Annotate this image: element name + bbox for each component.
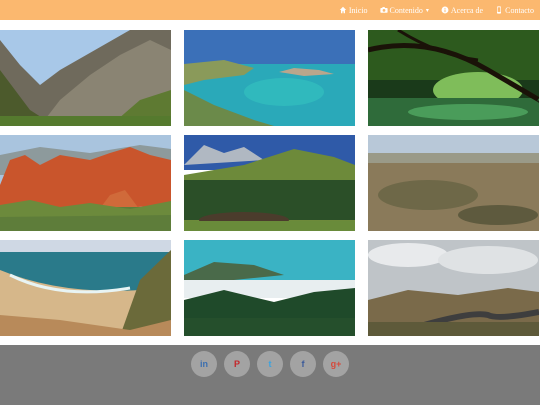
gallery-photo[interactable]: [0, 30, 171, 126]
chevron-down-icon: ▾: [425, 7, 429, 14]
gallery-photo[interactable]: [0, 135, 171, 231]
phone-icon: [497, 6, 502, 14]
nav-label-contenido: Contenido: [389, 5, 423, 15]
top-navbar: Inicio Contenido ▾ Acerca de Contacto: [0, 0, 540, 20]
nav-label-acerca: Acerca de: [450, 5, 484, 15]
nav-item-contacto[interactable]: Contacto: [495, 6, 534, 15]
linkedin-icon[interactable]: in: [191, 351, 217, 377]
google-plus-icon[interactable]: g+: [323, 351, 349, 377]
nav-item-acerca[interactable]: Acerca de: [441, 6, 483, 15]
pinterest-icon[interactable]: P: [224, 351, 250, 377]
nav-item-contenido[interactable]: Contenido ▾: [379, 5, 429, 15]
social-links: in P t f g+: [0, 351, 540, 377]
home-icon: [339, 6, 347, 14]
gallery-photo[interactable]: [368, 240, 539, 336]
camera-icon: [379, 7, 388, 13]
info-icon: [441, 6, 449, 14]
twitter-icon[interactable]: t: [257, 351, 283, 377]
nav-label-contacto: Contacto: [505, 5, 534, 15]
gallery-photo[interactable]: [368, 30, 539, 126]
gallery-photo[interactable]: [184, 240, 355, 336]
main-nav: Inicio Contenido ▾ Acerca de Contacto: [339, 0, 534, 20]
gallery-photo[interactable]: [0, 240, 171, 336]
facebook-icon[interactable]: f: [290, 351, 316, 377]
nav-item-inicio[interactable]: Inicio: [339, 6, 368, 15]
gallery-photo[interactable]: [368, 135, 539, 231]
nav-label-inicio: Inicio: [348, 5, 368, 15]
gallery-photo[interactable]: [184, 135, 355, 231]
gallery-photo[interactable]: [184, 30, 355, 126]
